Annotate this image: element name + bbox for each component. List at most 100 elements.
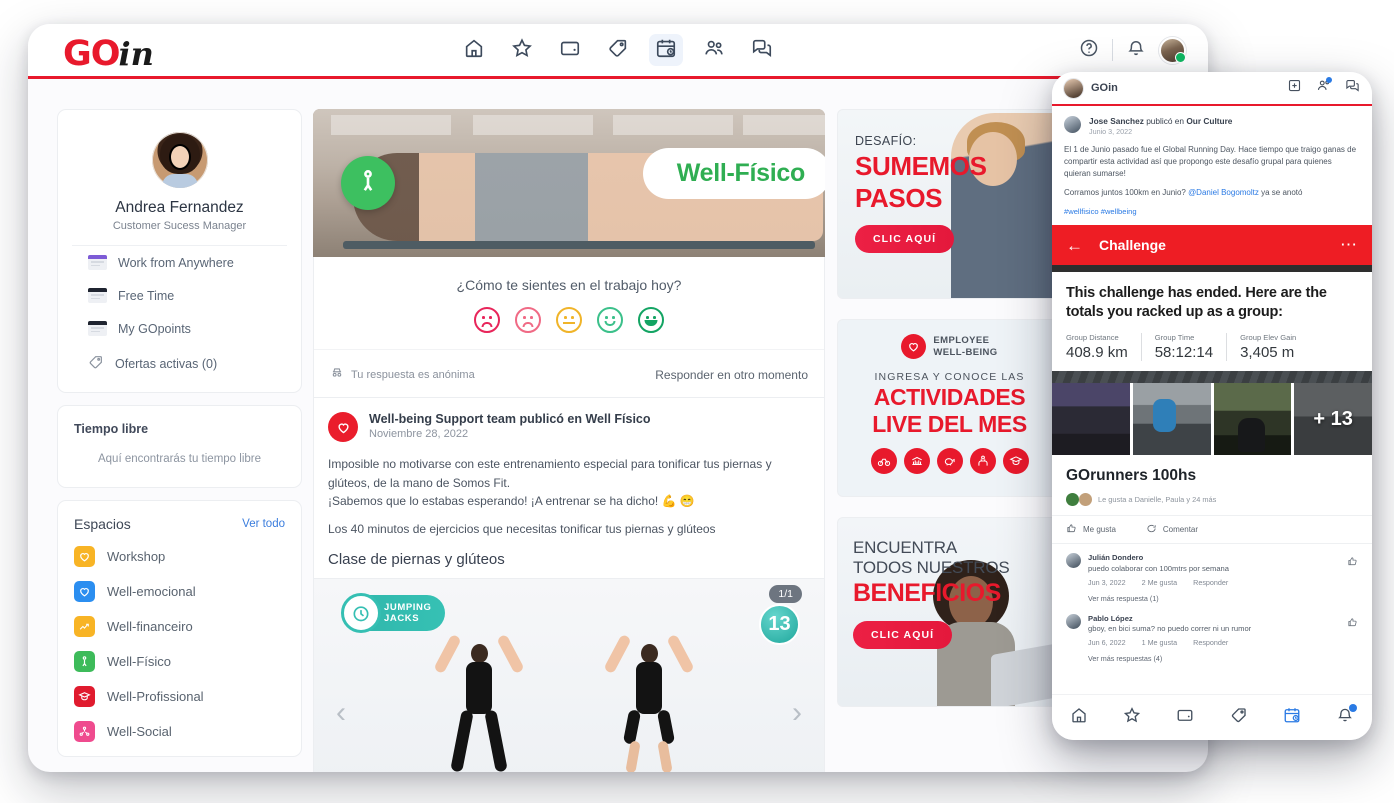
thumbs-up-icon	[1066, 523, 1077, 536]
video-player[interactable]: JUMPING JACKS 1/1 13 ‹ ›	[313, 579, 825, 772]
more-horizontal-icon[interactable]: ⋯	[1340, 235, 1358, 255]
stat-value: 3,405 m	[1240, 344, 1295, 362]
profile-avatar[interactable]	[151, 132, 208, 188]
answer-later-button[interactable]: Responder en otro momento	[655, 368, 808, 382]
sidebar-item-well-emocional[interactable]: Well-emocional	[74, 581, 285, 602]
comment-text: gboy, en bici suma? no puedo correr ni u…	[1088, 624, 1252, 634]
banner-actividades-live[interactable]: EMPLOYEE WELL-BEING INGRESA Y CONOCE LAS…	[837, 319, 1062, 497]
face-very-sad[interactable]	[474, 307, 500, 333]
nav-people-button[interactable]	[697, 34, 731, 66]
add-box-icon[interactable]	[1287, 78, 1302, 98]
space-label: Workshop	[107, 549, 166, 564]
tab-notifications[interactable]	[1336, 704, 1358, 729]
avatar	[1066, 493, 1079, 507]
nav-home-button[interactable]	[457, 34, 491, 66]
spaces-header: Espacios Ver todo	[74, 516, 285, 532]
mobile-post-hashtags[interactable]: #wellfisico #wellbeing	[1064, 207, 1360, 216]
arrow-left-icon[interactable]: ←	[1066, 237, 1083, 254]
bell-icon[interactable]	[1126, 38, 1146, 63]
sidebar-item-free-time[interactable]: Free Time	[72, 279, 287, 312]
comment-button[interactable]: Comentar	[1146, 523, 1198, 536]
chat-icon	[751, 37, 773, 64]
nav-timeoff-button[interactable]	[649, 34, 683, 66]
tab-calendar[interactable]	[1283, 706, 1301, 729]
banner-brand: EMPLOYEE WELL-BEING	[901, 334, 997, 359]
challenge-headline: This challenge has ended. Here are the t…	[1066, 285, 1327, 320]
banner-beneficios[interactable]: ENCUENTRA TODOS NUESTROS BENEFICIOS CLIC…	[837, 517, 1062, 707]
nav-offers-button[interactable]	[601, 34, 635, 66]
face-happy[interactable]	[597, 307, 623, 333]
space-label: Well-Físico	[107, 654, 172, 669]
hero-yoga-mat	[343, 241, 815, 249]
comment-likes[interactable]: 1 Me gusta	[1142, 638, 1178, 647]
sidebar-item-well-financeiro[interactable]: Well-financeiro	[74, 616, 285, 637]
avatar[interactable]	[1064, 116, 1081, 133]
mobile-tabbar	[1052, 694, 1372, 740]
tab-wallet[interactable]	[1176, 706, 1194, 729]
sidebar-item-well-fisico[interactable]: Well-Físico	[74, 651, 285, 672]
carousel-next-button[interactable]: ›	[792, 696, 802, 730]
comment-see-more[interactable]: Ver más respuestas (4)	[1088, 654, 1358, 663]
nav-wallet-button[interactable]	[553, 34, 587, 66]
face-very-happy[interactable]	[638, 307, 664, 333]
photo-thumbnail-more[interactable]: + 13	[1294, 383, 1372, 456]
person-icon	[74, 651, 95, 672]
banner-sumemos-pasos[interactable]: DESAFÍO: SUMEMOS PASOS CLIC AQUÍ	[837, 109, 1062, 299]
comment-reply-button[interactable]: Responder	[1193, 638, 1228, 647]
post-paragraph-1: Imposible no motivarse con este entrenam…	[328, 457, 772, 490]
avatar[interactable]	[1064, 78, 1083, 98]
graduation-icon	[74, 686, 95, 707]
avatar[interactable]	[1159, 36, 1186, 64]
like-button[interactable]: Me gusta	[1066, 523, 1116, 536]
mobile-post-author-line: Jose Sanchez publicó en Our Culture	[1089, 116, 1232, 126]
sidebar-item-active-offers[interactable]: Ofertas activas (0)	[72, 345, 287, 382]
challenge-card-title: GOrunners 100hs	[1066, 467, 1197, 485]
tab-home[interactable]	[1070, 706, 1088, 729]
sidebar-item-well-profissional[interactable]: Well-Profissional	[74, 686, 285, 707]
photo-thumbnail[interactable]	[1052, 383, 1130, 456]
stat-group-distance: Group Distance 408.9 km	[1066, 333, 1141, 361]
tab-favorites[interactable]	[1123, 706, 1141, 729]
video-subject-right	[603, 628, 695, 772]
banner-cta-button[interactable]: CLIC AQUÍ	[855, 225, 955, 254]
chat-icon[interactable]	[1345, 78, 1360, 98]
banner-cta-button[interactable]: CLIC AQUÍ	[853, 620, 953, 649]
tab-offers[interactable]	[1230, 706, 1248, 729]
social-icon	[74, 721, 95, 742]
photo-thumbnail[interactable]	[1132, 383, 1211, 456]
sidebar-item-work-from-anywhere[interactable]: Work from Anywhere	[72, 246, 287, 279]
comment-meta: Jun 6, 2022 1 Me gusta Responder	[1088, 638, 1358, 647]
photo-thumbnail[interactable]	[1213, 383, 1292, 456]
sidebar-item-label: Ofertas activas (0)	[115, 356, 218, 371]
face-sad[interactable]	[515, 307, 541, 333]
spaces-title: Espacios	[74, 516, 131, 532]
people-add-icon[interactable]	[1316, 77, 1332, 98]
mobile-post-body: El 1 de Junio pasado fue el Global Runni…	[1064, 144, 1360, 199]
comment-see-more[interactable]: Ver más respuesta (1)	[1088, 594, 1358, 603]
home-icon	[463, 37, 485, 64]
heart-icon	[901, 334, 927, 359]
sidebar-item-workshop[interactable]: Workshop	[74, 546, 285, 567]
avatar[interactable]	[1066, 613, 1081, 629]
thumbs-up-icon[interactable]	[1347, 615, 1358, 633]
carousel-prev-button[interactable]: ‹	[336, 696, 346, 730]
nav-chat-button[interactable]	[745, 34, 779, 66]
sidebar-item-gopoints[interactable]: My GOpoints	[72, 312, 287, 345]
post-header: Well-being Support team publicó en Well …	[328, 412, 810, 442]
comment-likes[interactable]: 2 Me gusta	[1142, 578, 1178, 587]
comment-date: Jun 3, 2022	[1088, 577, 1126, 587]
thumbs-up-icon[interactable]	[1347, 554, 1358, 572]
sidebar-item-well-social[interactable]: Well-Social	[74, 721, 285, 742]
more-photos-count: + 13	[1313, 407, 1353, 430]
hero-banner[interactable]: Well-Físico	[313, 109, 825, 257]
mobile-post-author: Jose Sanchez	[1089, 116, 1144, 126]
avatar[interactable]	[1066, 553, 1081, 569]
nav-favorites-button[interactable]	[505, 34, 539, 66]
hero-category-badge	[341, 156, 395, 210]
spaces-see-all-link[interactable]: Ver todo	[242, 518, 285, 530]
mobile-post-date: Junio 3, 2022	[1089, 127, 1133, 136]
comment-reply-button[interactable]: Responder	[1193, 578, 1228, 587]
mention-link[interactable]: @Daniel Bogomoltz	[1188, 188, 1259, 197]
face-neutral[interactable]	[556, 307, 582, 333]
help-circle-icon[interactable]	[1079, 38, 1099, 63]
